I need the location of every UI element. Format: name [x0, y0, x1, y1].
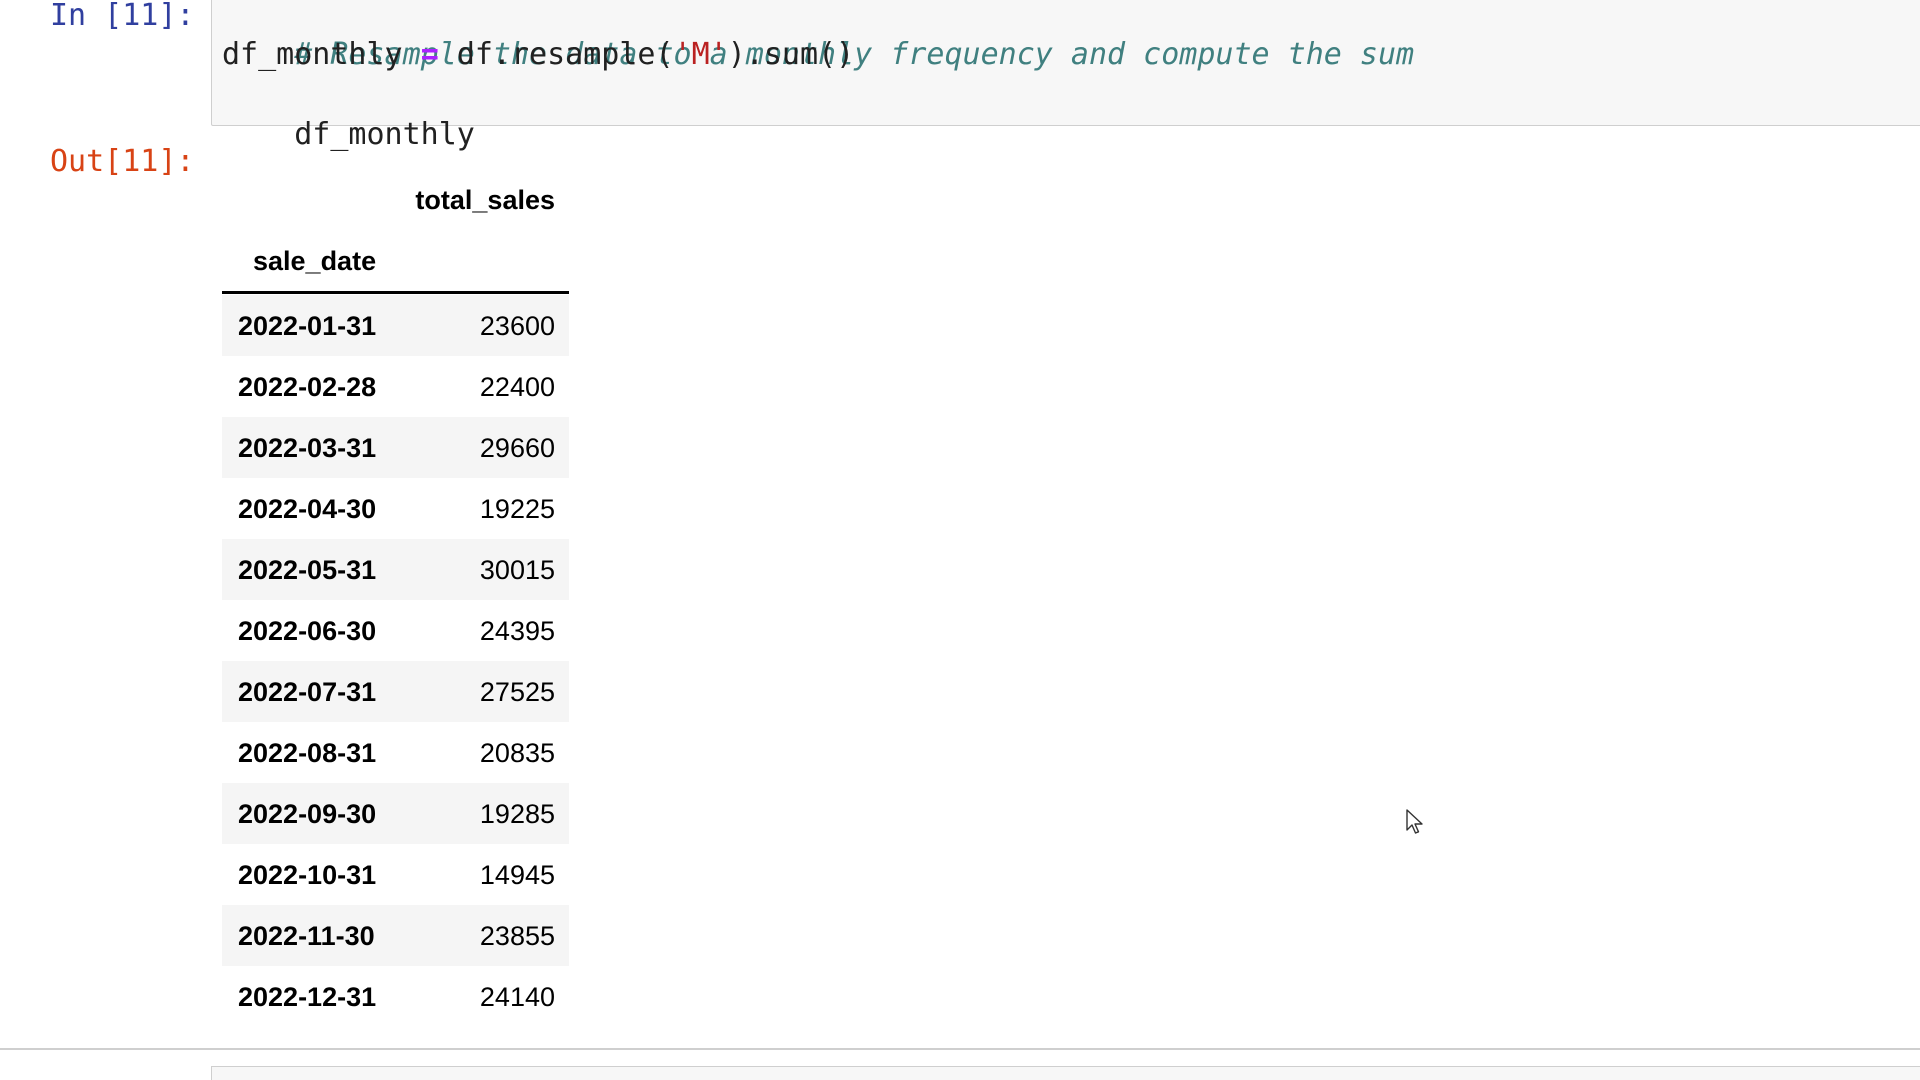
- code-line-resample[interactable]: df_monthly = df.resample('M').sum(): [222, 35, 854, 75]
- mouse-pointer-icon: [1406, 809, 1423, 834]
- row-value: 30015: [479, 555, 555, 585]
- code-string: 'M': [673, 37, 728, 72]
- input-prompt: In [11]:: [50, 0, 195, 33]
- table-row: 2022-11-30 23855: [222, 905, 569, 966]
- table-row: 2022-12-31 24140: [222, 966, 569, 1027]
- row-value: 23855: [479, 921, 555, 951]
- table-row: 2022-05-31 30015: [222, 539, 569, 600]
- row-index: 2022-02-28: [238, 372, 377, 402]
- header-rule: [222, 291, 569, 294]
- row-index: 2022-01-31: [238, 311, 377, 341]
- row-index: 2022-03-31: [238, 433, 377, 463]
- row-value: 20835: [479, 738, 555, 768]
- row-value: 14945: [479, 860, 555, 890]
- code-call-start: df.resample(: [456, 37, 674, 72]
- row-value: 19285: [479, 799, 555, 829]
- code-call-end: ).sum(): [727, 37, 855, 72]
- row-value: 23600: [479, 311, 555, 341]
- table-row: 2022-01-31 23600: [222, 295, 569, 356]
- row-value: 29660: [479, 433, 555, 463]
- code-line3: df_monthly: [294, 117, 475, 152]
- table-row: 2022-09-30 19285: [222, 783, 569, 844]
- cell-divider: [0, 1048, 1920, 1050]
- table-row: 2022-10-31 14945: [222, 844, 569, 905]
- table-row: 2022-06-30 24395: [222, 600, 569, 661]
- row-index: 2022-09-30: [238, 799, 377, 829]
- code-operator: =: [420, 37, 439, 72]
- index-header-sale-date: sale_date: [253, 246, 377, 276]
- row-index: 2022-04-30: [238, 494, 377, 524]
- row-value: 19225: [479, 494, 555, 524]
- table-row: 2022-02-28 22400: [222, 356, 569, 417]
- notebook-page: In [11]: # Resample the data to a monthl…: [0, 0, 1920, 1080]
- table-row: 2022-04-30 19225: [222, 478, 569, 539]
- row-value: 24140: [479, 982, 555, 1012]
- table-row: 2022-03-31 29660: [222, 417, 569, 478]
- row-value: 27525: [479, 677, 555, 707]
- row-index: 2022-08-31: [238, 738, 377, 768]
- row-index: 2022-05-31: [238, 555, 377, 585]
- row-index: 2022-07-31: [238, 677, 377, 707]
- row-value: 24395: [479, 616, 555, 646]
- row-index: 2022-12-31: [238, 982, 377, 1012]
- code-variable: df_monthly: [222, 37, 403, 72]
- table-row: 2022-08-31 20835: [222, 722, 569, 783]
- code-line-display[interactable]: df_monthly: [222, 75, 475, 195]
- column-header-total-sales: total_sales: [415, 185, 555, 215]
- row-index: 2022-06-30: [238, 616, 377, 646]
- output-prompt: Out[11]:: [50, 144, 195, 179]
- row-index: 2022-10-31: [238, 860, 377, 890]
- row-value: 22400: [479, 372, 555, 402]
- next-code-cell[interactable]: [211, 1066, 1920, 1080]
- dataframe-rows: 2022-01-31 23600 2022-02-28 22400 2022-0…: [222, 295, 569, 1027]
- table-row: 2022-07-31 27525: [222, 661, 569, 722]
- row-index: 2022-11-30: [238, 921, 375, 951]
